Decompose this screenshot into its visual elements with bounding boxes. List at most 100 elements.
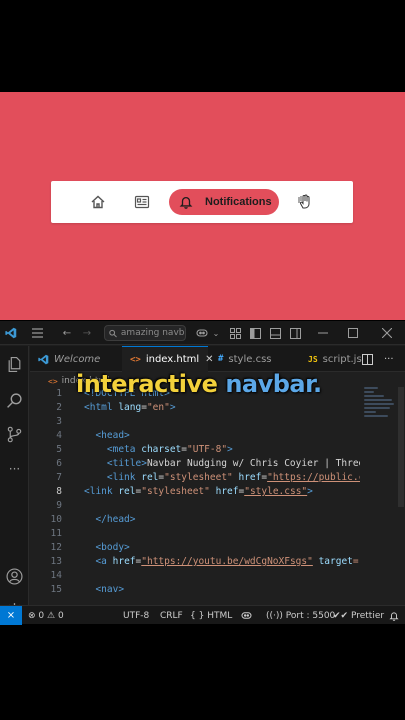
code-line-2: <html lang="en"> xyxy=(84,401,360,415)
notifications-bell-icon[interactable] xyxy=(389,609,399,622)
tab-style-css[interactable]: # style.css xyxy=(218,346,298,372)
line-number-current: 8 xyxy=(56,486,62,497)
copilot-chevron-icon[interactable]: ⌄ xyxy=(212,325,220,341)
code-line-15: <nav> xyxy=(84,583,360,597)
search-text: amazing navbar xyxy=(120,328,185,338)
code-token: </head> xyxy=(95,514,136,525)
toggle-panel-icon[interactable] xyxy=(268,325,282,341)
warning-icon: ⚠ xyxy=(47,610,56,621)
remote-indicator-icon[interactable]: ⨯ xyxy=(0,606,22,625)
code-token: "stylesheet" xyxy=(141,486,210,497)
line-number: 1 xyxy=(56,388,62,399)
maximize-icon[interactable] xyxy=(346,325,360,341)
title-bar: ← → amazing navbar ⌄ xyxy=(0,321,405,345)
code-token: "en" xyxy=(146,402,170,413)
line-number: 11 xyxy=(50,528,62,539)
double-check-icon: ✔✔ xyxy=(333,610,349,621)
code-token: rel xyxy=(135,472,159,483)
more-views-icon[interactable]: ··· xyxy=(6,462,23,479)
code-token: "UTF-8" xyxy=(187,444,228,455)
copilot-icon[interactable] xyxy=(194,325,210,341)
source-control-icon[interactable] xyxy=(6,426,23,443)
tab-welcome[interactable]: Welcome xyxy=(38,346,118,372)
warning-count: 0 xyxy=(57,610,64,621)
editor-scrollbar[interactable] xyxy=(398,387,404,507)
code-token: <nav> xyxy=(95,584,125,595)
split-editor-icon[interactable] xyxy=(362,346,376,372)
code-token: href xyxy=(106,556,136,567)
minimap[interactable] xyxy=(364,387,396,447)
editor-tabs: Welcome <> index.html ✕ # style.css JS s… xyxy=(30,346,405,372)
code-line-4: <head> xyxy=(84,429,360,443)
overlay-caption-part1: interactive xyxy=(76,370,218,398)
code-token: <link xyxy=(84,486,113,497)
customize-layout-icon[interactable] xyxy=(228,325,242,341)
accounts-icon[interactable] xyxy=(6,568,23,585)
nav-item-home[interactable] xyxy=(87,191,109,213)
line-number: 15 xyxy=(50,584,62,595)
overlay-caption-part2: navbar. xyxy=(225,370,322,398)
minimize-icon[interactable] xyxy=(316,325,330,341)
menu-icon[interactable] xyxy=(30,325,44,341)
toggle-secondary-sidebar-icon[interactable] xyxy=(288,325,302,341)
toggle-sidebar-icon[interactable] xyxy=(248,325,262,341)
code-token: href xyxy=(209,486,239,497)
code-token: lang xyxy=(112,402,142,413)
card-list-icon xyxy=(134,195,150,209)
line-numbers: 1 2 3 4 5 6 7 8 9 10 11 12 13 14 15 xyxy=(30,387,66,597)
code-token: <body> xyxy=(95,542,130,553)
html-icon: <> xyxy=(130,354,141,365)
nav-item-card[interactable] xyxy=(131,191,153,213)
command-center-search[interactable]: amazing navbar xyxy=(104,325,186,341)
close-tab-icon[interactable]: ✕ xyxy=(205,354,213,365)
explorer-icon[interactable] xyxy=(6,356,23,373)
minimap-line xyxy=(364,415,388,417)
line-number: 9 xyxy=(56,500,62,511)
minimap-line xyxy=(364,391,374,393)
forward-arrow-icon[interactable]: → xyxy=(80,325,94,341)
line-number: 13 xyxy=(50,556,62,567)
tab-index-html[interactable]: <> index.html ✕ xyxy=(122,346,214,372)
tab-style-label: style.css xyxy=(228,353,272,365)
minimap-line xyxy=(364,403,394,405)
code-editor[interactable]: <!DOCTYPE html> <html lang="en"> <head> … xyxy=(84,387,360,597)
more-actions-icon[interactable]: ··· xyxy=(384,346,398,372)
copilot-status-icon[interactable] xyxy=(241,609,252,622)
code-token: <meta xyxy=(106,444,136,455)
nav-item-pointer[interactable] xyxy=(294,191,316,213)
code-token: charset xyxy=(135,444,182,455)
code-token: <link xyxy=(106,472,136,483)
nav-notifications-label: Notifications xyxy=(205,196,272,208)
close-window-icon[interactable] xyxy=(380,325,394,341)
encoding-indicator[interactable]: UTF-8 xyxy=(123,609,149,622)
prettier-label: Prettier xyxy=(350,610,385,621)
prettier-indicator[interactable]: ✔✔ Prettier xyxy=(333,609,384,622)
language-indicator[interactable]: { } HTML xyxy=(190,609,232,622)
code-line-6: <title>Navbar Nudging w/ Chris Coyier | … xyxy=(84,457,360,471)
line-number: 2 xyxy=(56,402,62,413)
vscode-icon xyxy=(38,354,49,364)
error-icon: ⊗ xyxy=(28,610,36,621)
overlay-caption: interactive navbar. xyxy=(76,370,322,398)
tab-welcome-label: Welcome xyxy=(54,353,101,365)
nav-item-notifications[interactable]: Notifications xyxy=(169,189,279,215)
minimap-line xyxy=(364,387,378,389)
minimap-line xyxy=(364,407,390,409)
status-bar: ⨯ ⊗ 0 ⚠ 0 UTF-8 CRLF { } HTML ((·)) Port… xyxy=(0,605,405,625)
line-number: 6 xyxy=(56,458,62,469)
tab-script-js[interactable]: JS script.js xyxy=(308,346,366,372)
code-token: <html xyxy=(84,402,113,413)
code-token: <a xyxy=(95,556,107,567)
back-arrow-icon[interactable]: ← xyxy=(60,325,74,341)
line-number: 14 xyxy=(50,570,62,581)
live-server-port[interactable]: ((·)) Port : 5500 xyxy=(266,609,335,622)
line-number: 4 xyxy=(56,430,62,441)
eol-indicator[interactable]: CRLF xyxy=(160,609,183,622)
search-sidebar-icon[interactable] xyxy=(6,392,23,409)
problems-indicator[interactable]: ⊗ 0 ⚠ 0 xyxy=(28,609,64,622)
search-icon xyxy=(109,329,117,337)
home-icon xyxy=(91,195,105,209)
code-token: =" xyxy=(352,556,360,567)
